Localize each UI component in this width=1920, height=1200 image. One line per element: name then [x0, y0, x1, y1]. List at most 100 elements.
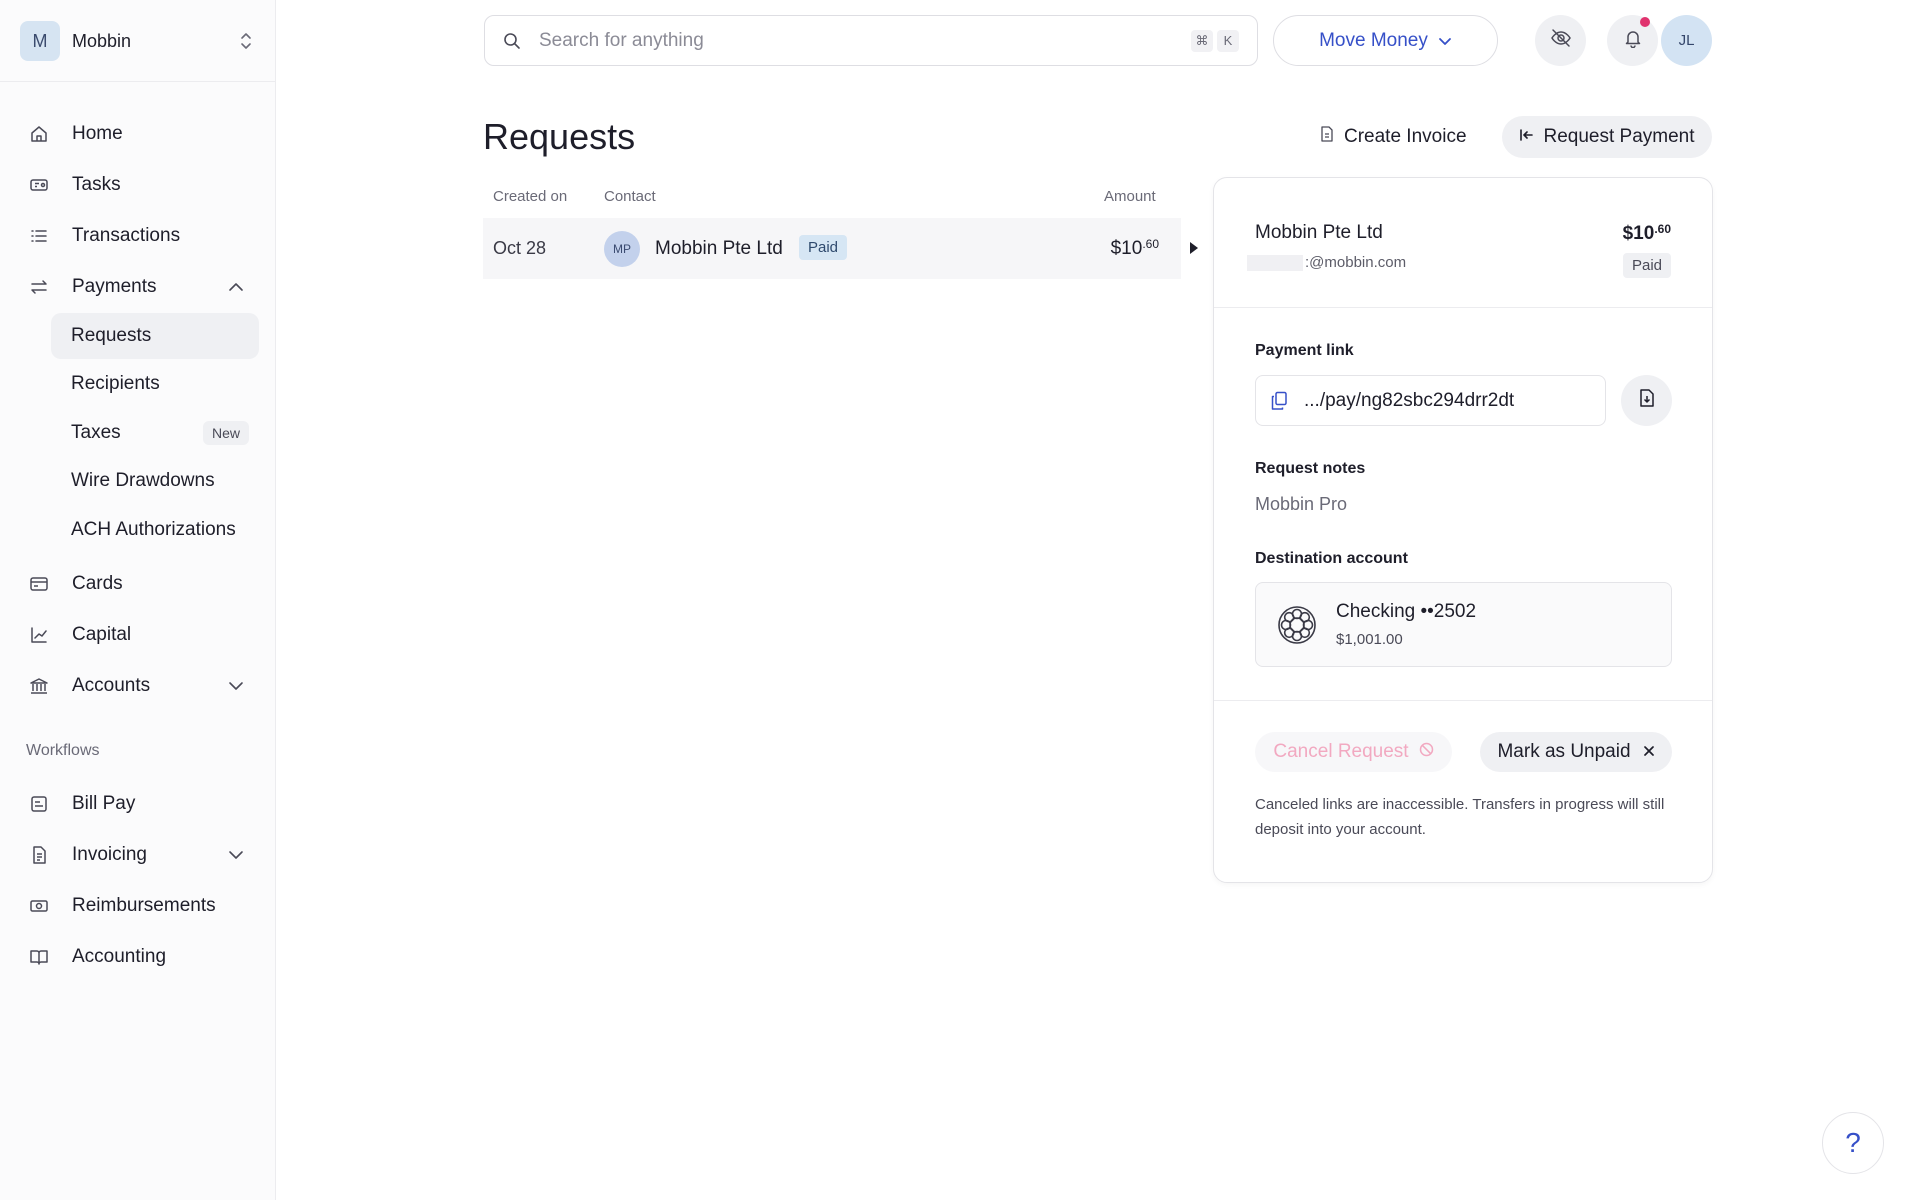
- chart-icon: [20, 623, 60, 647]
- request-payment-button[interactable]: Request Payment: [1502, 116, 1712, 158]
- mark-unpaid-label: Mark as Unpaid: [1497, 741, 1631, 762]
- tasks-icon: [20, 173, 60, 197]
- status-badge: Paid: [799, 235, 848, 260]
- cancel-request-label: Cancel Request: [1273, 741, 1409, 762]
- amount-main: $10: [1622, 223, 1655, 244]
- create-invoice-label: Create Invoice: [1344, 126, 1467, 147]
- caret-right-icon[interactable]: [1189, 241, 1201, 257]
- cancel-footnote: Canceled links are inaccessible. Transfe…: [1255, 796, 1665, 838]
- org-switcher[interactable]: M Mobbin: [20, 20, 256, 62]
- destination-account-label: Destination account: [1255, 550, 1408, 567]
- amount-main: $10: [1110, 238, 1143, 259]
- contact-avatar: MP: [604, 231, 640, 267]
- payment-link-text: .../pay/ng82sbc294drr2dt: [1304, 389, 1515, 411]
- create-invoice-button[interactable]: Create Invoice: [1312, 118, 1475, 156]
- payment-link-field[interactable]: .../pay/ng82sbc294drr2dt: [1255, 375, 1606, 426]
- chevron-down-icon: [224, 843, 248, 867]
- sidebar-item-cards[interactable]: Cards: [20, 562, 260, 606]
- row-contact: Mobbin Pte Ltd: [655, 238, 783, 259]
- redacted-block: [1247, 254, 1303, 271]
- panel-divider: [1214, 307, 1712, 308]
- sidebar-item-label: Accounts: [72, 675, 151, 696]
- sidebar-subitem-requests[interactable]: Requests: [51, 313, 259, 359]
- account-balance: $1,001.00: [1336, 631, 1403, 648]
- destination-account-card[interactable]: Checking ••2502 $1,001.00: [1255, 582, 1672, 667]
- move-money-button[interactable]: Move Money: [1273, 15, 1498, 66]
- sidebar-item-reimbursements[interactable]: Reimbursements: [20, 884, 260, 928]
- sidebar-subitem-wire-drawdowns[interactable]: Wire Drawdowns: [51, 458, 259, 504]
- sidebar: M Mobbin Home Tasks Transactions Payment…: [0, 0, 276, 1200]
- column-header-amount[interactable]: Amount: [1104, 188, 1156, 205]
- notifications-button[interactable]: [1607, 15, 1658, 66]
- sidebar-item-accounts[interactable]: Accounts: [20, 664, 260, 708]
- k-key: K: [1217, 29, 1239, 52]
- org-avatar: M: [20, 21, 60, 61]
- sidebar-item-label: Tasks: [72, 174, 121, 195]
- sidebar-subitem-taxes[interactable]: Taxes New: [51, 410, 259, 456]
- column-header-contact[interactable]: Contact: [604, 188, 656, 205]
- search-shortcut: ⌘ K: [1191, 29, 1239, 52]
- sidebar-item-label: Transactions: [72, 225, 181, 246]
- sidebar-item-label: ACH Authorizations: [71, 519, 236, 540]
- amount-cents: .60: [1142, 237, 1159, 251]
- sidebar-item-label: Reimbursements: [72, 895, 216, 916]
- detail-amount: $10.60: [1623, 222, 1671, 245]
- bill-icon: [20, 792, 60, 816]
- user-avatar[interactable]: JL: [1661, 15, 1712, 66]
- panel-divider: [1214, 700, 1712, 701]
- section-label-workflows: Workflows: [26, 742, 100, 759]
- cancel-request-button[interactable]: Cancel Request: [1255, 732, 1452, 772]
- sidebar-item-home[interactable]: Home: [20, 112, 260, 156]
- sidebar-item-label: Capital: [72, 624, 132, 645]
- search-input[interactable]: [539, 29, 1191, 52]
- sidebar-subitem-recipients[interactable]: Recipients: [51, 361, 259, 407]
- sidebar-item-accounting[interactable]: Accounting: [20, 935, 260, 979]
- bank-icon: [20, 674, 60, 698]
- transfer-icon: [20, 275, 60, 299]
- sidebar-item-bill-pay[interactable]: Bill Pay: [20, 782, 260, 826]
- request-notes-label: Request notes: [1255, 460, 1366, 477]
- notification-dot: [1640, 17, 1650, 27]
- sidebar-item-payments[interactable]: Payments: [20, 265, 260, 309]
- book-icon: [20, 945, 60, 969]
- sidebar-item-label: Taxes: [71, 422, 121, 443]
- bell-icon: [1623, 28, 1643, 53]
- column-header-created[interactable]: Created on: [493, 188, 567, 205]
- sidebar-item-label: Bill Pay: [72, 793, 136, 814]
- invoice-icon: [20, 843, 60, 867]
- hide-balances-button[interactable]: [1535, 15, 1586, 66]
- chevron-down-icon: [224, 674, 248, 698]
- sidebar-item-invoicing[interactable]: Invoicing: [20, 833, 260, 877]
- document-icon: [1320, 126, 1334, 148]
- sidebar-item-label: Recipients: [71, 373, 160, 394]
- sidebar-subitem-ach-authorizations[interactable]: ACH Authorizations: [51, 507, 259, 553]
- sidebar-item-transactions[interactable]: Transactions: [20, 214, 260, 258]
- search-icon: [503, 32, 527, 50]
- detail-contact-name: Mobbin Pte Ltd: [1255, 222, 1383, 243]
- sidebar-item-tasks[interactable]: Tasks: [20, 163, 260, 207]
- home-icon: [20, 122, 60, 146]
- bank-logo-icon: [1276, 604, 1318, 646]
- cash-icon: [20, 894, 60, 918]
- table-row[interactable]: Oct 28 MP Mobbin Pte Ltd Paid $10.60: [483, 218, 1181, 279]
- request-detail-panel: Mobbin Pte Ltd :@mobbin.com $10.60 Paid …: [1213, 177, 1713, 883]
- sidebar-divider: [0, 81, 276, 82]
- download-document-button[interactable]: [1621, 375, 1672, 426]
- sidebar-item-label: Wire Drawdowns: [71, 470, 215, 491]
- copy-icon[interactable]: [1270, 391, 1292, 411]
- sidebar-item-label: Invoicing: [72, 844, 147, 865]
- list-icon: [20, 224, 60, 248]
- eye-off-icon: [1550, 27, 1572, 54]
- sidebar-item-label: Accounting: [72, 946, 167, 967]
- move-money-label: Move Money: [1319, 29, 1428, 51]
- org-name: Mobbin: [72, 30, 132, 51]
- mark-unpaid-button[interactable]: Mark as Unpaid: [1480, 732, 1672, 772]
- sidebar-item-capital[interactable]: Capital: [20, 613, 260, 657]
- row-date: Oct 28: [493, 238, 547, 258]
- sidebar-item-label: Payments: [72, 276, 157, 297]
- search-bar[interactable]: ⌘ K: [484, 15, 1258, 66]
- detail-email-text: :@mobbin.com: [1305, 254, 1407, 271]
- help-button[interactable]: ?: [1822, 1112, 1884, 1174]
- status-badge: Paid: [1622, 253, 1671, 278]
- chevron-down-icon: [1438, 30, 1452, 52]
